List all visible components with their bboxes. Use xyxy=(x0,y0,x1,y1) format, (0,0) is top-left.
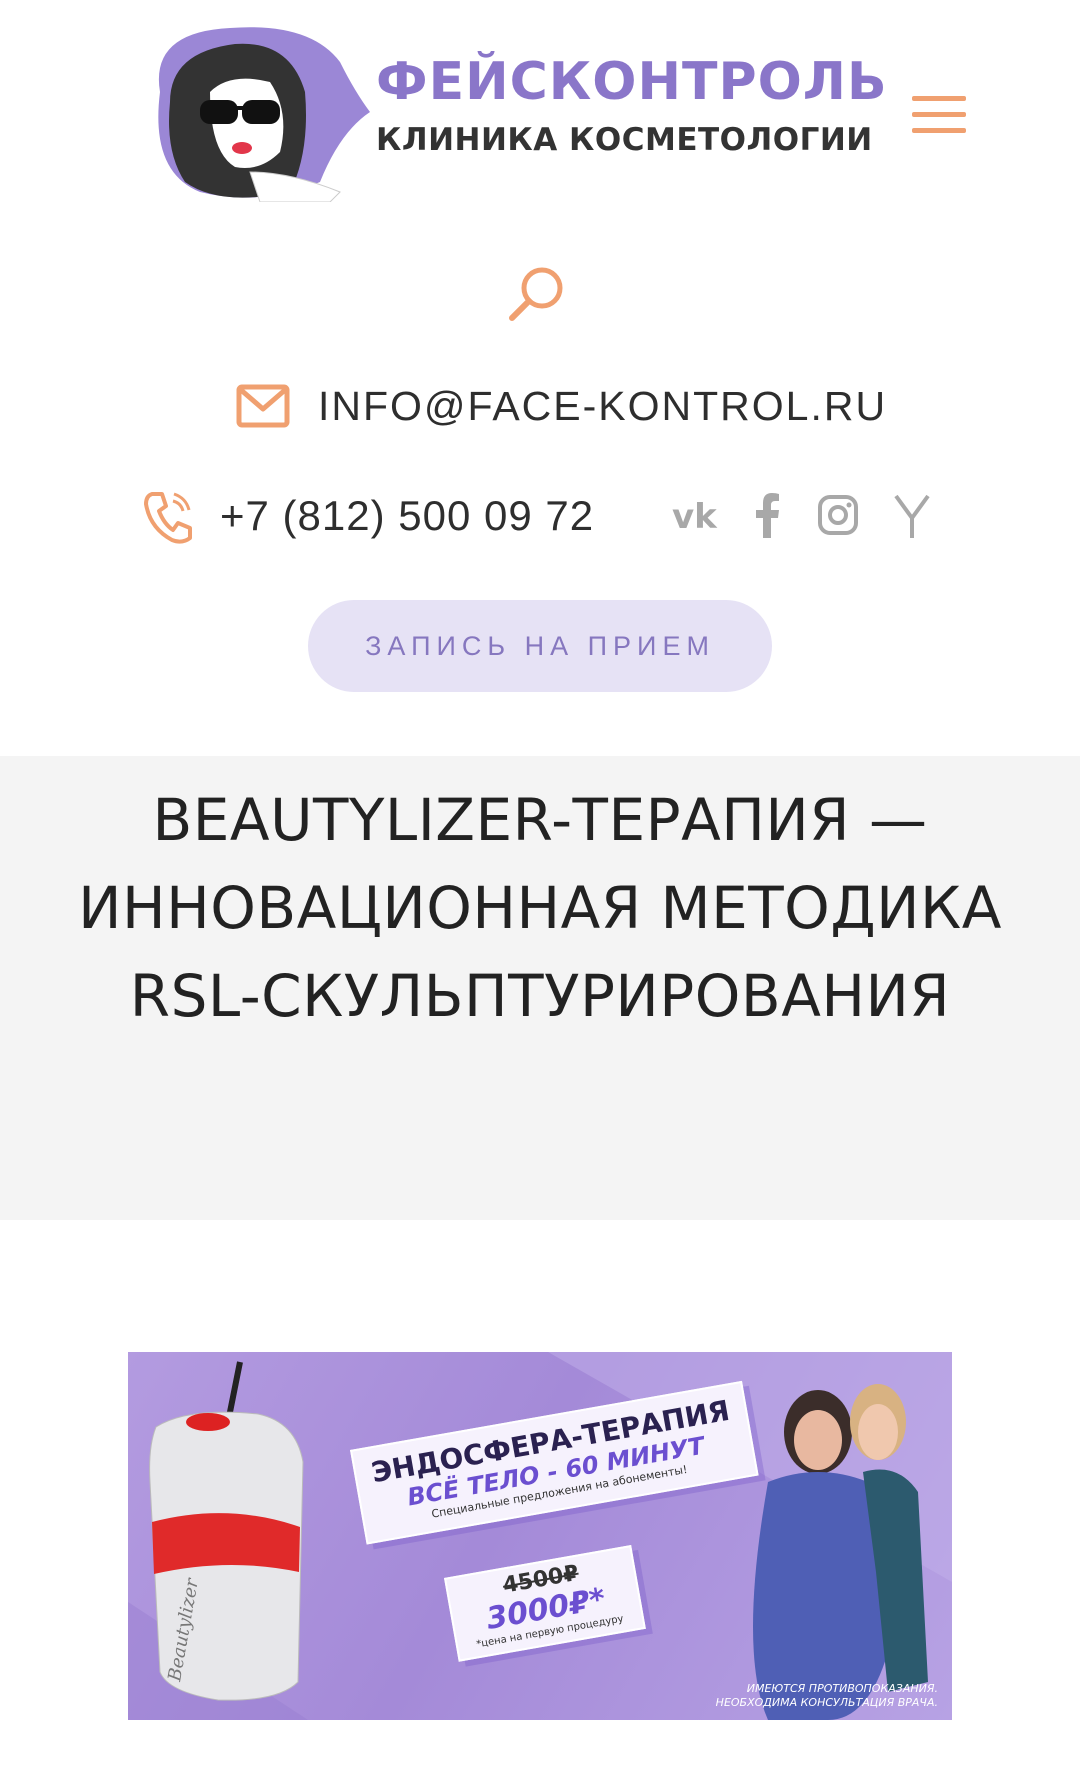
disclaimer-line: НЕОБХОДИМА КОНСУЛЬТАЦИЯ ВРАЧА. xyxy=(715,1696,938,1709)
page-title-section: BEAUTYLIZER-ТЕРАПИЯ — ИННОВАЦИОННАЯ МЕТО… xyxy=(0,756,1080,1220)
instagram-icon[interactable] xyxy=(814,490,864,542)
disclaimer-line: ИМЕЮТСЯ ПРОТИВОПОКАЗАНИЯ. xyxy=(746,1682,938,1695)
logo-woman-icon xyxy=(158,27,370,202)
phone-contact[interactable]: +7 (812) 500 09 72 xyxy=(142,486,594,546)
banner-artwork: Beautylizer xyxy=(128,1352,952,1720)
menu-bar xyxy=(912,96,966,101)
facebook-icon[interactable] xyxy=(743,490,793,542)
brand-tagline: КЛИНИКА КОСМЕТОЛОГИИ xyxy=(376,122,873,158)
promo-banner[interactable]: Beautylizer ЭНДОСФЕРА-ТЕРАПИЯ ВСЁ ТЕЛО -… xyxy=(128,1352,952,1720)
hamburger-icon[interactable] xyxy=(912,96,966,140)
svg-text:vk: vk xyxy=(672,497,718,537)
menu-bar xyxy=(912,128,966,133)
email-link[interactable]: INFO@FACE-KONTROL.RU xyxy=(318,383,887,430)
phone-link[interactable]: +7 (812) 500 09 72 xyxy=(220,492,594,540)
search-icon[interactable] xyxy=(506,262,568,324)
phone-icon xyxy=(144,492,192,544)
menu-bar xyxy=(912,112,966,117)
vk-icon[interactable]: vk xyxy=(670,490,720,542)
book-appointment-button[interactable]: ЗАПИСЬ НА ПРИЕМ xyxy=(308,600,772,692)
brand-name: ФЕЙСКОНТРОЛЬ xyxy=(376,52,888,112)
email-contact[interactable]: INFO@FACE-KONTROL.RU xyxy=(236,378,887,434)
page-title: BEAUTYLIZER-ТЕРАПИЯ — ИННОВАЦИОННАЯ МЕТО… xyxy=(78,786,1002,1030)
yandex-icon[interactable] xyxy=(888,490,938,542)
banner-disclaimer: ИМЕЮТСЯ ПРОТИВОПОКАЗАНИЯ. НЕОБХОДИМА КОН… xyxy=(716,1682,938,1710)
envelope-icon xyxy=(236,384,290,428)
site-logo[interactable]: ФЕЙСКОНТРОЛЬ КЛИНИКА КОСМЕТОЛОГИИ xyxy=(140,22,887,202)
